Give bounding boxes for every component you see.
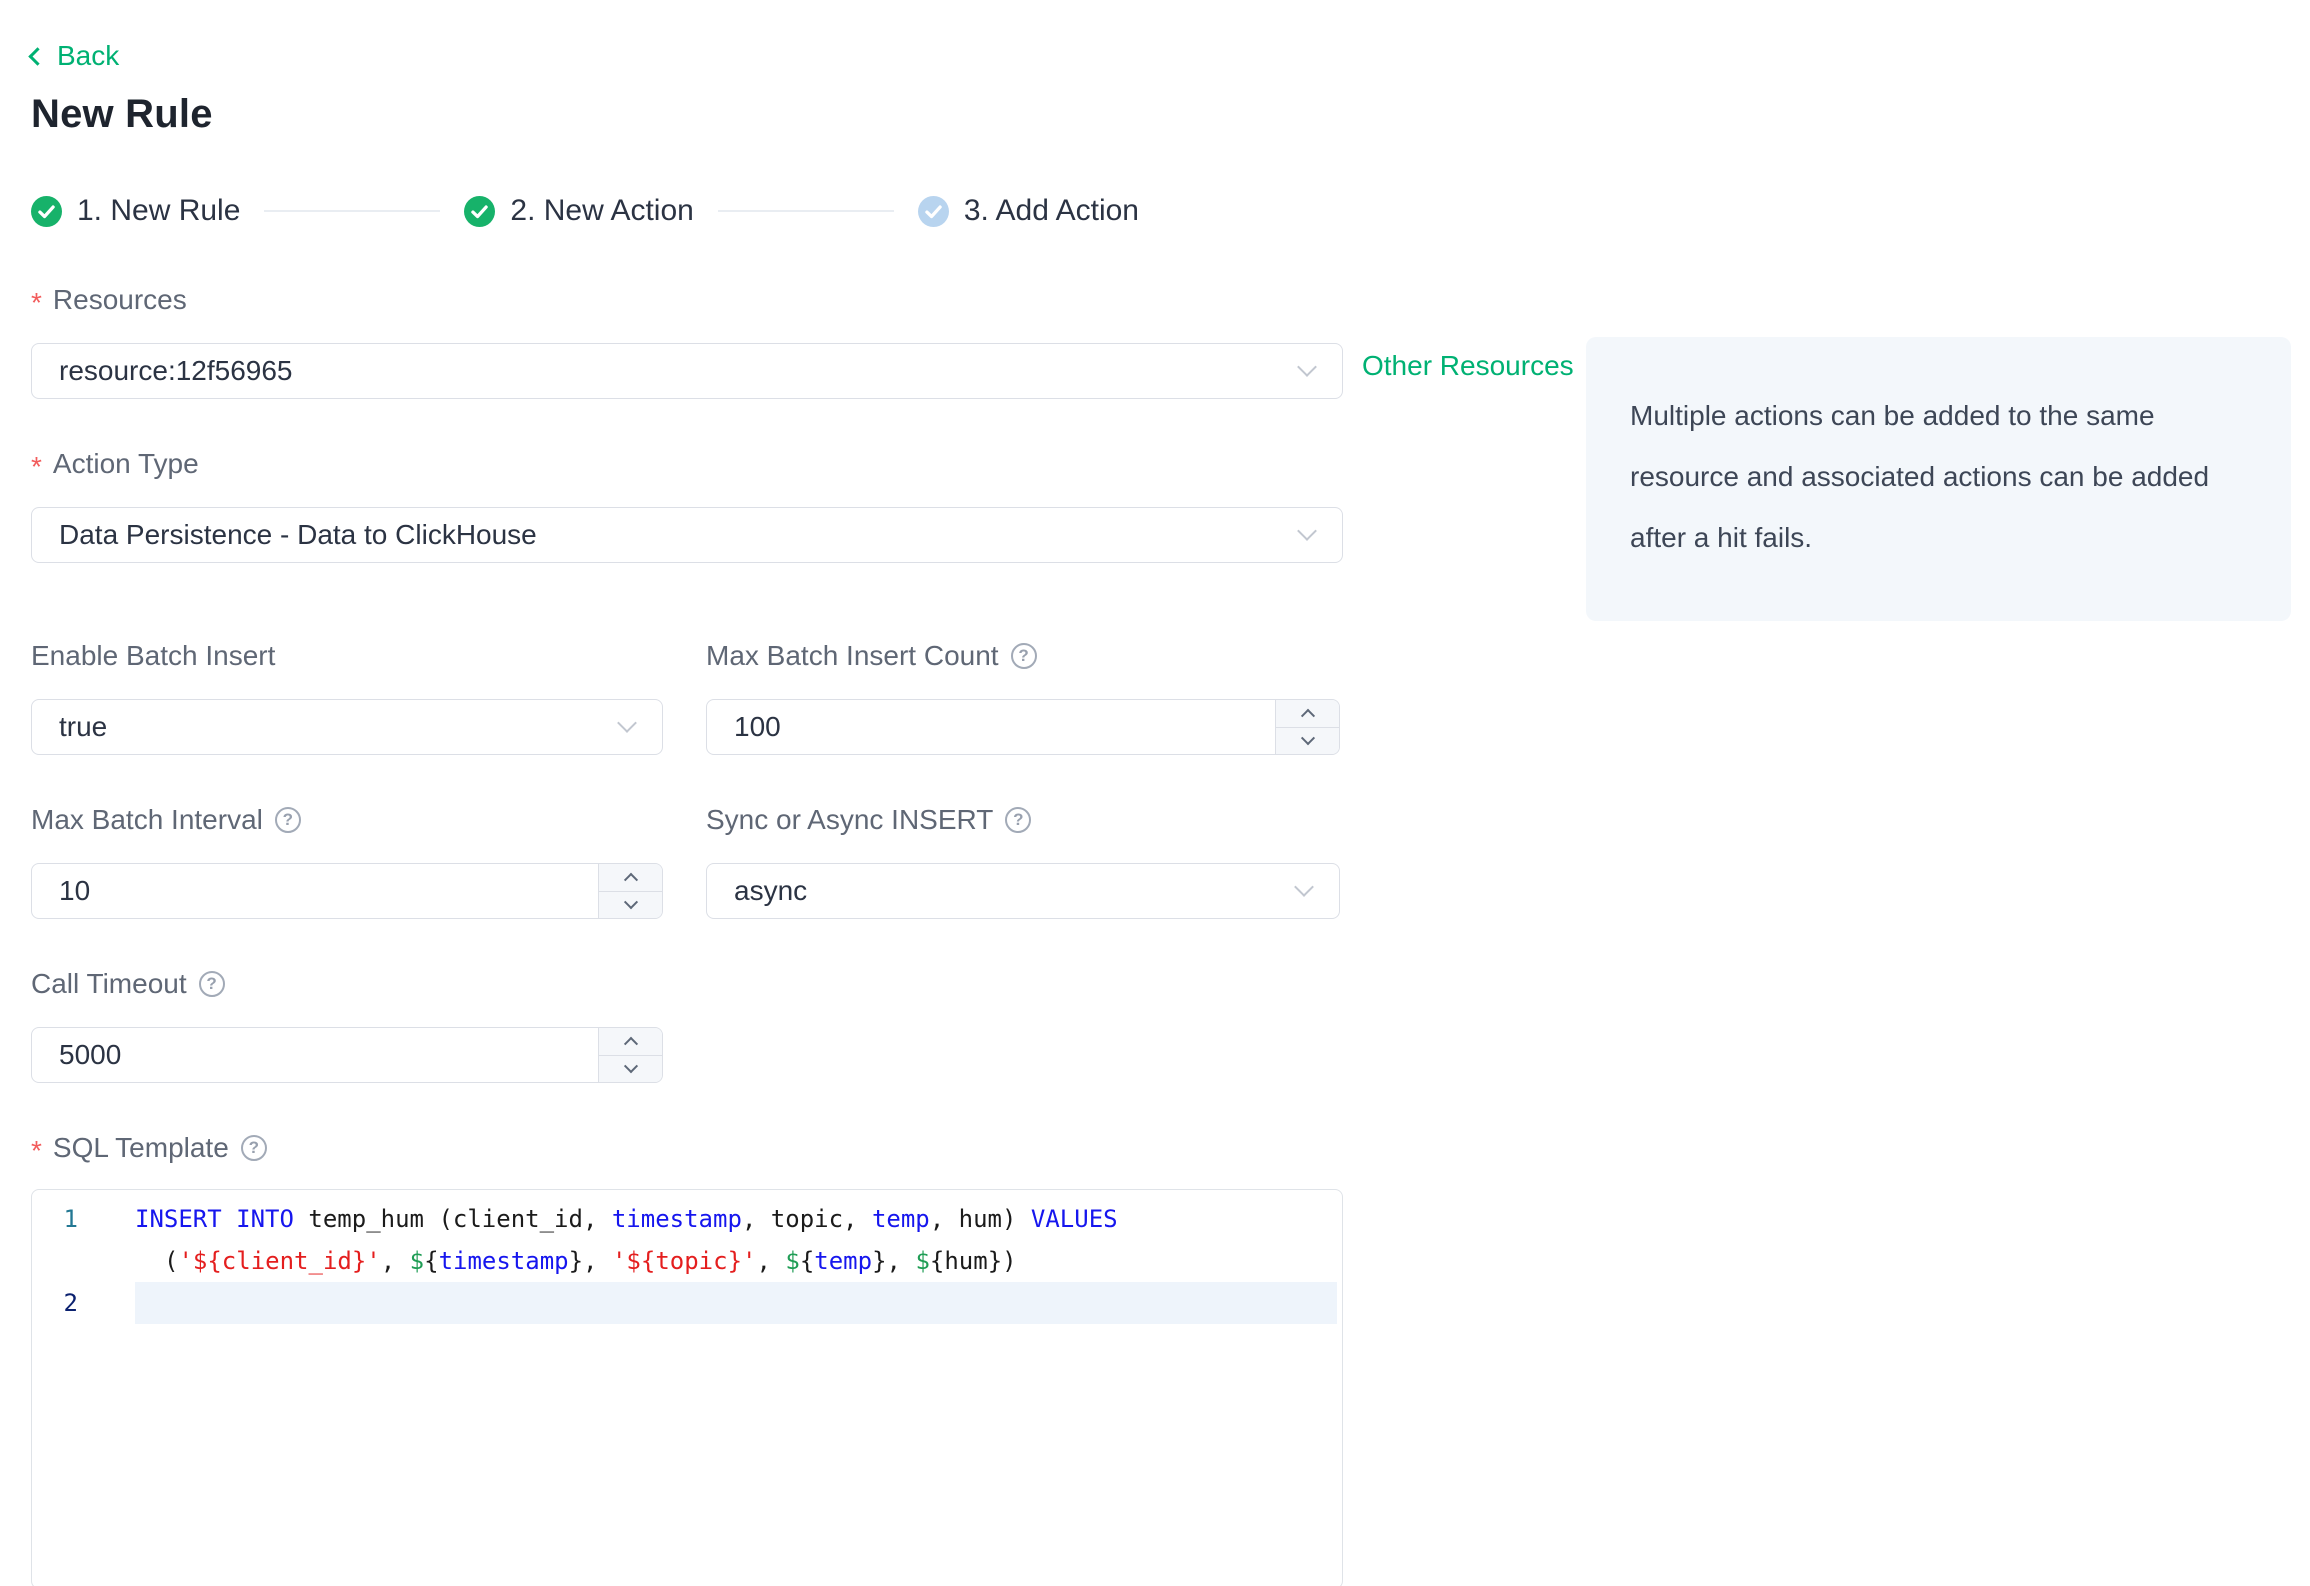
help-icon[interactable]: ? — [274, 807, 301, 833]
max-batch-interval-input — [31, 863, 663, 919]
back-label: Back — [57, 40, 120, 71]
step-add-action: 3. Add Action — [917, 194, 1139, 228]
help-icon[interactable]: ? — [1005, 807, 1032, 833]
stepper-up-button[interactable] — [599, 1028, 662, 1056]
sql-template-label: * SQL Template ? — [31, 1131, 1343, 1166]
help-icon[interactable]: ? — [198, 971, 225, 997]
call-timeout-label: Call Timeout ? — [31, 967, 663, 1001]
required-asterisk: * — [31, 287, 42, 318]
enable-batch-insert-label: Enable Batch Insert — [31, 640, 276, 671]
code-line-active: 2 — [32, 1282, 1342, 1324]
chevron-down-icon — [1300, 730, 1315, 745]
code-content: ('${client_id}', ${timestamp}, '${topic}… — [164, 1247, 1017, 1275]
max-batch-interval-value[interactable] — [32, 864, 598, 918]
number-stepper — [598, 864, 662, 918]
chevron-down-icon — [623, 1058, 638, 1073]
max-batch-insert-count-label: Max Batch Insert Count ? — [706, 639, 1340, 673]
chevron-down-icon — [623, 894, 638, 909]
step-connector — [264, 210, 441, 212]
info-card: Multiple actions can be added to the sam… — [1586, 337, 2291, 621]
help-icon[interactable]: ? — [1010, 643, 1037, 669]
required-asterisk: * — [31, 1135, 42, 1166]
stepper-down-button[interactable] — [599, 892, 662, 919]
line-number: 1 — [63, 1205, 78, 1233]
chevron-down-icon — [1297, 521, 1317, 541]
chevron-down-icon — [1297, 357, 1317, 377]
max-batch-interval-label: Max Batch Interval ? — [31, 803, 663, 837]
step-new-rule: 1. New Rule — [31, 194, 240, 228]
code-line-wrapped: ('${client_id}', ${timestamp}, '${topic}… — [32, 1240, 1342, 1282]
step-label: 3. Add Action — [963, 194, 1139, 227]
action-type-label: * Action Type — [31, 448, 199, 482]
call-timeout-value[interactable] — [32, 1028, 598, 1082]
action-type-select[interactable]: Data Persistence - Data to ClickHouse — [31, 507, 1343, 563]
chevron-up-icon — [1300, 709, 1315, 724]
enable-batch-insert-value: true — [59, 711, 108, 742]
sync-or-async-label: Sync or Async INSERT ? — [706, 803, 1340, 837]
resources-label: * Resources — [31, 284, 187, 318]
enable-batch-insert-select[interactable]: true — [31, 699, 663, 755]
active-line-highlight — [135, 1282, 1337, 1324]
action-type-select-value: Data Persistence - Data to ClickHouse — [59, 519, 537, 550]
chevron-left-icon — [28, 47, 47, 66]
step-label: 1. New Rule — [77, 194, 241, 227]
step-connector — [717, 210, 894, 212]
call-timeout-input — [31, 1027, 663, 1083]
back-link[interactable]: Back — [28, 40, 120, 72]
info-note-text: Multiple actions can be added to the sam… — [1630, 400, 2210, 553]
max-batch-insert-count-value[interactable] — [707, 700, 1275, 754]
number-stepper — [598, 1028, 662, 1082]
step-label: 2. New Action — [510, 194, 694, 227]
sql-template-editor[interactable]: 1 INSERT INTO temp_hum (client_id, times… — [31, 1189, 1343, 1586]
check-circle-icon — [464, 195, 496, 227]
wizard-steps: 1. New Rule 2. New Action 3. Add Action — [31, 193, 1343, 229]
code-line: 1 INSERT INTO temp_hum (client_id, times… — [32, 1198, 1342, 1240]
stepper-down-button[interactable] — [599, 1056, 662, 1083]
check-circle-icon — [31, 195, 62, 227]
required-asterisk: * — [31, 451, 42, 482]
check-circle-pending-icon — [917, 195, 949, 227]
page-title: New Rule — [31, 92, 213, 136]
sync-or-async-select[interactable]: async — [706, 863, 1340, 919]
chevron-down-icon — [1294, 877, 1314, 897]
stepper-down-button[interactable] — [1276, 728, 1339, 755]
chevron-down-icon — [617, 713, 637, 733]
stepper-up-button[interactable] — [1276, 700, 1339, 728]
chevron-up-icon — [623, 1037, 638, 1052]
resources-select[interactable]: resource:12f56965 — [31, 343, 1343, 399]
stepper-up-button[interactable] — [599, 864, 662, 892]
step-new-action: 2. New Action — [464, 194, 694, 228]
resources-select-value: resource:12f56965 — [59, 355, 293, 386]
new-rule-page: Back New Rule 1. New Rule 2. New Action … — [0, 0, 2310, 1586]
number-stepper — [1275, 700, 1339, 754]
line-number-active: 2 — [63, 1289, 78, 1317]
help-icon[interactable]: ? — [240, 1135, 267, 1161]
max-batch-insert-count-input — [706, 699, 1340, 755]
other-resources-link[interactable]: Other Resources — [1362, 350, 1574, 382]
sync-or-async-value: async — [734, 875, 808, 906]
code-content: INSERT INTO temp_hum (client_id, timesta… — [135, 1205, 1118, 1233]
chevron-up-icon — [623, 873, 638, 888]
